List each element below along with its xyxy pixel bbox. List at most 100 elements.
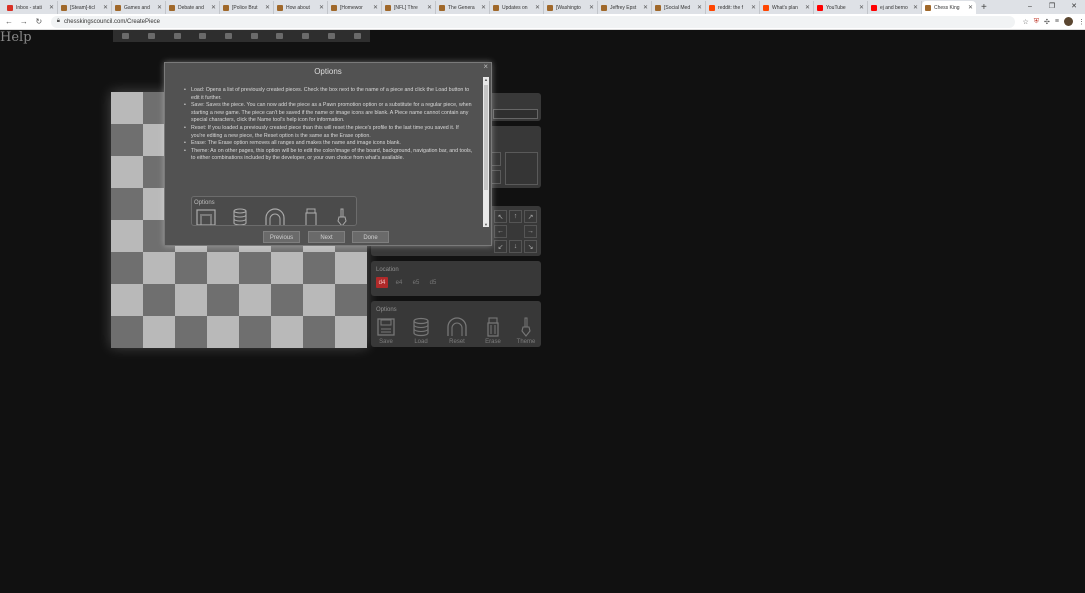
nav-item[interactable] — [349, 32, 365, 40]
nav-item[interactable] — [272, 32, 288, 40]
nav-item[interactable] — [221, 32, 237, 40]
tab-close-icon[interactable]: ✕ — [211, 4, 216, 11]
browser-tab[interactable]: Chess King ✕ — [922, 1, 976, 14]
back-icon[interactable]: ← — [3, 17, 15, 26]
star-icon[interactable]: ☆ — [1023, 18, 1029, 26]
board-square[interactable] — [111, 92, 143, 124]
tab-close-icon[interactable]: ✕ — [481, 4, 486, 11]
maximize-icon[interactable]: ❐ — [1041, 0, 1063, 14]
browser-tab[interactable]: [Social Med ✕ — [652, 1, 706, 14]
scroll-down-icon[interactable]: ▼ — [483, 222, 489, 227]
tab-close-icon[interactable]: ✕ — [319, 4, 324, 11]
browser-tab[interactable]: How about ✕ — [274, 1, 328, 14]
piece-image-box-small[interactable] — [491, 152, 501, 166]
scroll-up-icon[interactable]: ▲ — [483, 77, 489, 82]
tab-close-icon[interactable]: ✕ — [49, 4, 54, 11]
tab-close-icon[interactable]: ✕ — [265, 4, 270, 11]
close-icon[interactable]: × — [483, 63, 488, 71]
tab-close-icon[interactable]: ✕ — [535, 4, 540, 11]
shield-extension-icon[interactable]: ⛨ — [1034, 18, 1039, 26]
board-square[interactable] — [303, 284, 335, 316]
board-square[interactable] — [143, 284, 175, 316]
direction-arrow-icon[interactable]: ↓ — [509, 240, 522, 253]
done-button[interactable]: Done — [352, 231, 389, 243]
browser-tab[interactable]: Updates on ✕ — [490, 1, 544, 14]
tab-close-icon[interactable]: ✕ — [968, 4, 973, 11]
direction-arrow-icon[interactable]: ← — [494, 225, 507, 238]
board-square[interactable] — [335, 316, 367, 348]
tab-close-icon[interactable]: ✕ — [913, 4, 918, 11]
browser-tab[interactable]: [Homewor ✕ — [328, 1, 382, 14]
browser-tab[interactable]: reddit: the f ✕ — [706, 1, 760, 14]
direction-arrow-icon[interactable]: → — [524, 225, 537, 238]
board-square[interactable] — [175, 316, 207, 348]
browser-tab[interactable]: ej and berno ✕ — [868, 1, 922, 14]
board-square[interactable] — [111, 188, 143, 220]
board-square[interactable] — [111, 156, 143, 188]
piece-image-box-large[interactable] — [505, 152, 538, 185]
minimize-icon[interactable]: – — [1019, 0, 1041, 14]
browser-tab[interactable]: YouTube ✕ — [814, 1, 868, 14]
puzzle-icon[interactable]: ✣ — [1044, 18, 1050, 26]
tab-close-icon[interactable]: ✕ — [373, 4, 378, 11]
direction-arrow-icon[interactable]: ↖ — [494, 210, 507, 223]
help-link[interactable]: Help — [0, 30, 32, 45]
load-button[interactable]: Load — [406, 317, 436, 345]
board-square[interactable] — [143, 252, 175, 284]
board-square[interactable] — [175, 284, 207, 316]
board-square[interactable] — [143, 316, 175, 348]
board-square[interactable] — [207, 284, 239, 316]
tab-close-icon[interactable]: ✕ — [859, 4, 864, 11]
save-button[interactable]: Save — [371, 317, 401, 345]
tab-close-icon[interactable]: ✕ — [697, 4, 702, 11]
browser-tab[interactable]: [Police Brut ✕ — [220, 1, 274, 14]
board-square[interactable] — [207, 316, 239, 348]
board-square[interactable] — [111, 124, 143, 156]
browser-tab[interactable]: The Genera ✕ — [436, 1, 490, 14]
address-bar[interactable]: 🔒︎ chesskingscouncil.com/CreatePiece — [50, 15, 1015, 28]
nav-item[interactable] — [169, 32, 185, 40]
nav-item[interactable] — [323, 32, 339, 40]
direction-arrow-icon[interactable]: ↑ — [509, 210, 522, 223]
tab-close-icon[interactable]: ✕ — [157, 4, 162, 11]
piece-name-input[interactable] — [493, 109, 538, 119]
theme-button[interactable]: Theme — [511, 317, 541, 345]
forward-icon[interactable]: → — [18, 17, 30, 26]
board-square[interactable] — [303, 316, 335, 348]
previous-button[interactable]: Previous — [263, 231, 300, 243]
board-square[interactable] — [111, 220, 143, 252]
erase-button[interactable]: Erase — [478, 317, 508, 345]
dialog-scrollbar[interactable]: ▲ ▼ — [483, 77, 489, 227]
media-icon[interactable]: ≡ — [1055, 18, 1059, 25]
nav-item[interactable] — [144, 32, 160, 40]
browser-tab[interactable]: [NFL] Thre ✕ — [382, 1, 436, 14]
direction-arrow-icon[interactable]: ↙ — [494, 240, 507, 253]
reload-icon[interactable]: ↻ — [33, 17, 45, 26]
board-square[interactable] — [111, 316, 143, 348]
browser-tab[interactable]: Games and ✕ — [112, 1, 166, 14]
nav-item[interactable] — [195, 32, 211, 40]
piece-image-box-small-2[interactable] — [491, 170, 501, 184]
menu-dots-icon[interactable]: ⋮ — [1078, 18, 1085, 26]
scroll-thumb[interactable] — [484, 85, 488, 190]
next-button[interactable]: Next — [308, 231, 345, 243]
new-tab-button[interactable]: + — [976, 1, 992, 14]
board-square[interactable] — [111, 252, 143, 284]
tab-close-icon[interactable]: ✕ — [589, 4, 594, 11]
browser-tab[interactable]: Inbox - stati ✕ — [4, 1, 58, 14]
browser-tab[interactable]: [Washingto ✕ — [544, 1, 598, 14]
reset-button[interactable]: Reset — [442, 317, 472, 345]
board-square[interactable] — [239, 284, 271, 316]
nav-item[interactable] — [118, 32, 134, 40]
nav-item[interactable] — [298, 32, 314, 40]
tab-close-icon[interactable]: ✕ — [751, 4, 756, 11]
browser-tab[interactable]: [Steam]-ticl ✕ — [58, 1, 112, 14]
avatar[interactable] — [1064, 17, 1073, 26]
tab-close-icon[interactable]: ✕ — [427, 4, 432, 11]
nav-item[interactable] — [246, 32, 262, 40]
close-window-icon[interactable]: ✕ — [1063, 0, 1085, 14]
board-square[interactable] — [335, 284, 367, 316]
board-square[interactable] — [271, 284, 303, 316]
board-square[interactable] — [239, 316, 271, 348]
browser-tab[interactable]: What's plan ✕ — [760, 1, 814, 14]
